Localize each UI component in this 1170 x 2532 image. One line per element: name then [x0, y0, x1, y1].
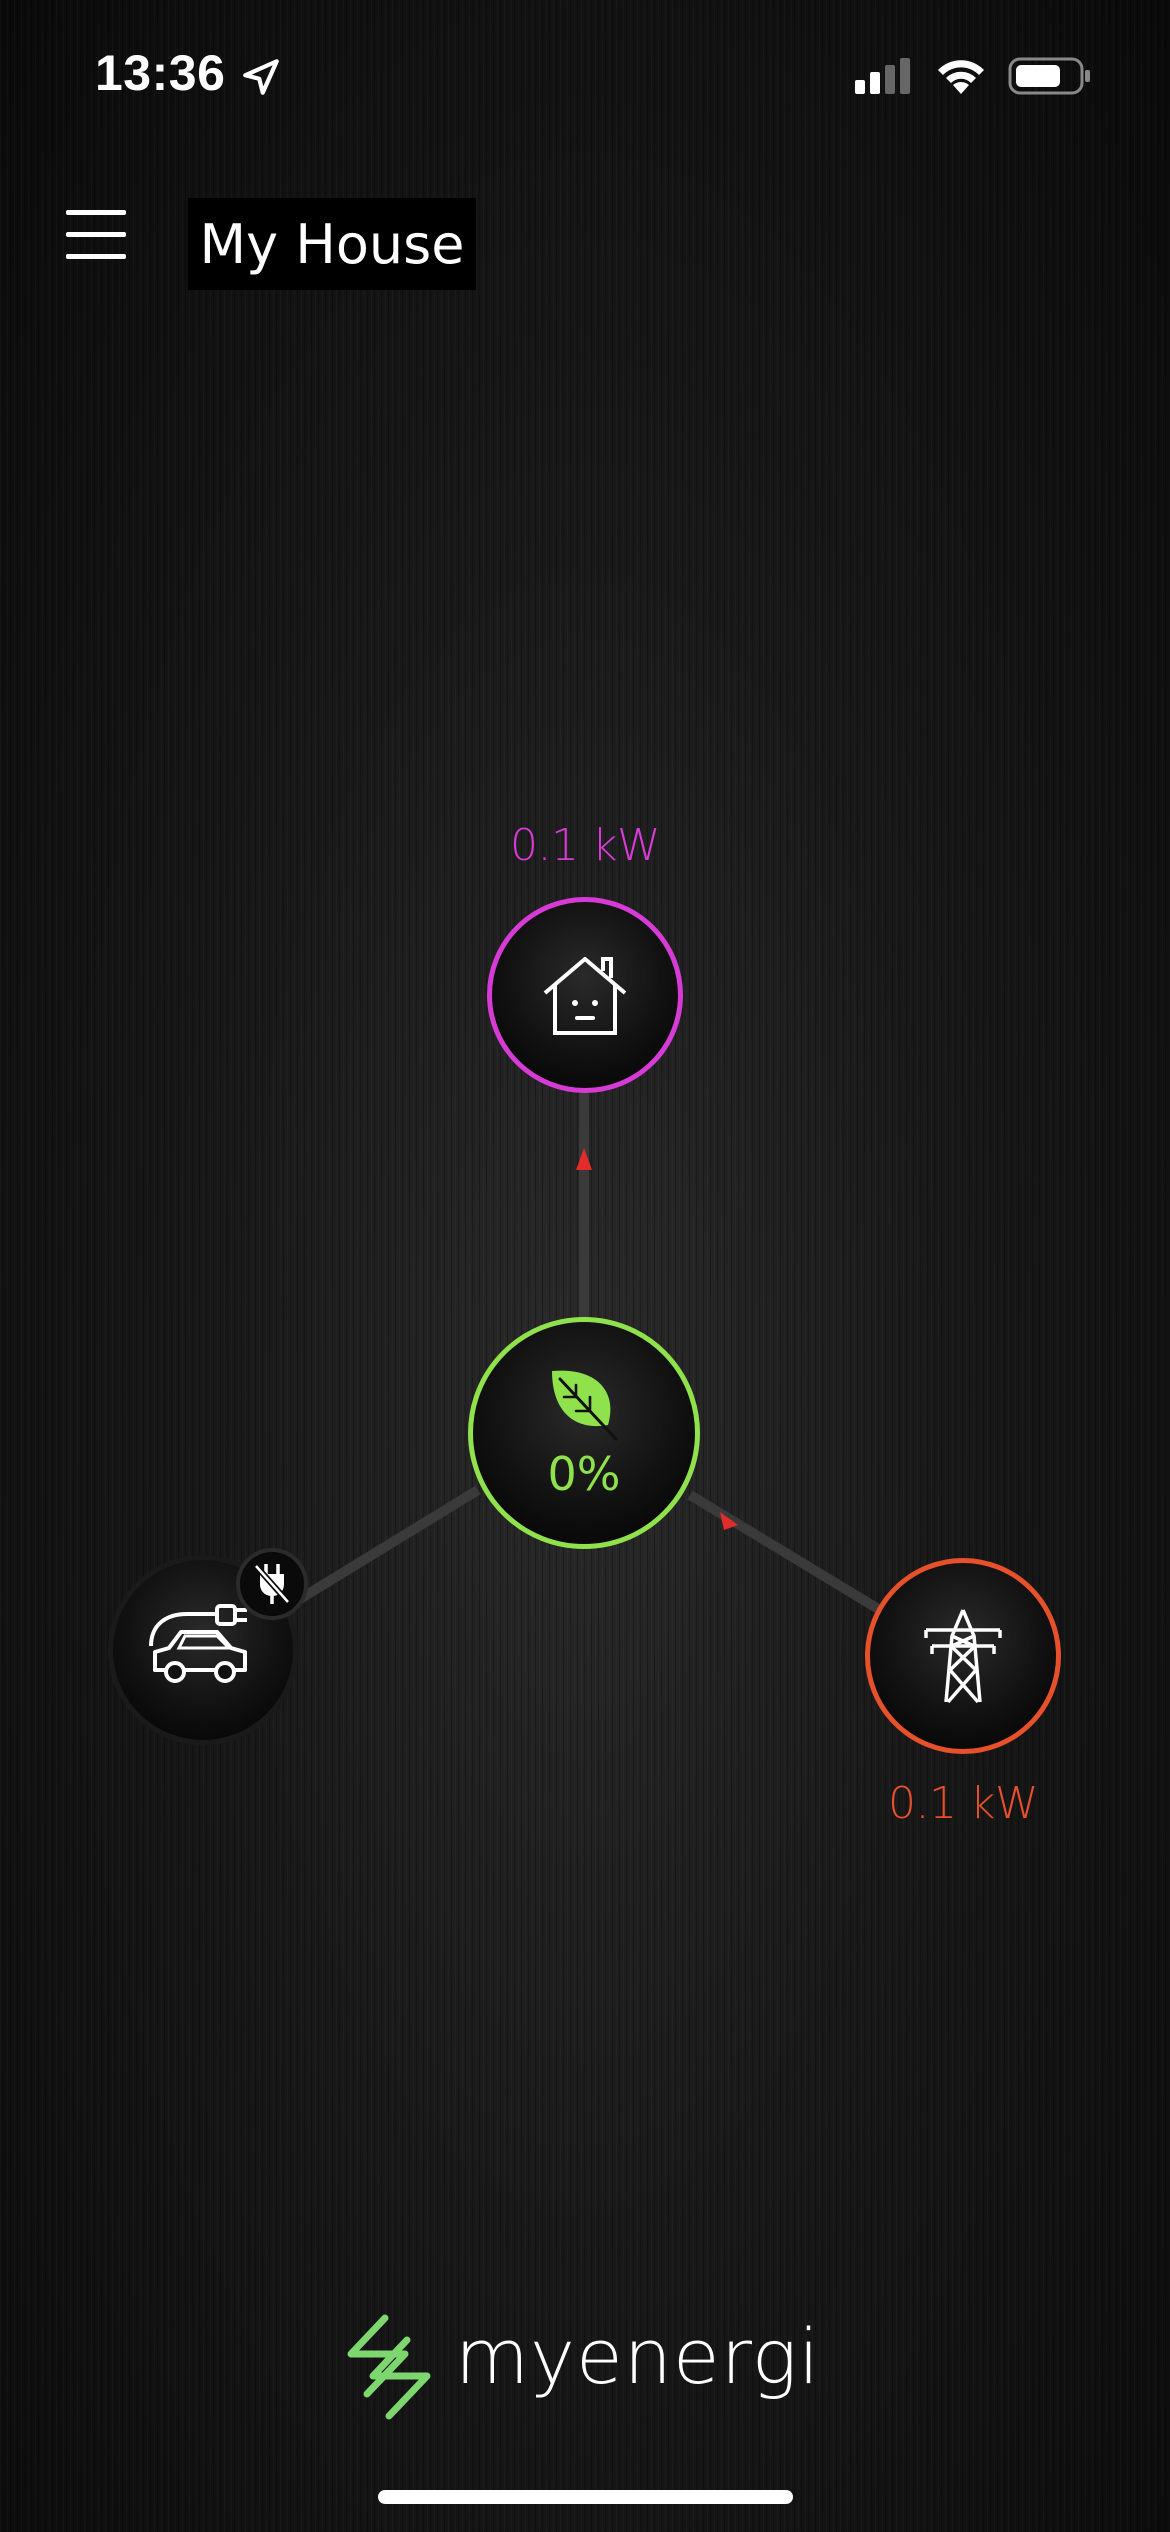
house-power-value: 0.1 kW [510, 820, 660, 871]
green-energy-node[interactable]: 0% [468, 1317, 700, 1549]
grid-power-value: 0.1 kW [888, 1778, 1038, 1829]
unplugged-badge [236, 1548, 308, 1620]
ev-flow-line [292, 1485, 481, 1607]
grid-flow-line [687, 1490, 883, 1615]
pylon-icon [924, 1609, 1002, 1704]
house-node[interactable] [487, 897, 683, 1093]
green-percentage-value: 0% [547, 1447, 621, 1501]
energy-flow-connectors [292, 1093, 883, 1615]
grid-node[interactable] [865, 1558, 1061, 1754]
myenergi-logo-text: myenergi [455, 2312, 821, 2401]
home-indicator[interactable] [378, 2490, 793, 2504]
unplugged-icon [253, 1564, 291, 1604]
house-icon [543, 957, 627, 1035]
leaf-icon [552, 1370, 618, 1441]
house-flow-arrow [576, 1148, 592, 1170]
electric-car-icon [149, 1604, 247, 1683]
